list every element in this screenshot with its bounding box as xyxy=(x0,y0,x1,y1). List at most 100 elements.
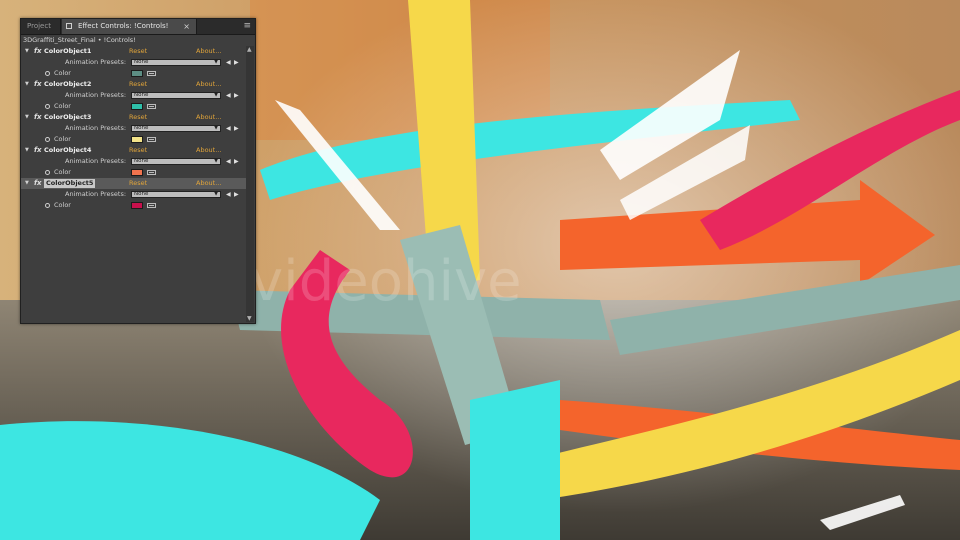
color-swatch[interactable] xyxy=(131,169,143,176)
presets-label: Animation Presets: xyxy=(65,190,127,198)
fx-icon[interactable]: fx xyxy=(34,145,42,156)
panel-tab-bar: Project Effect Controls: !Controls! × ≡ xyxy=(21,19,255,35)
animation-presets-row: Animation Presets: None ▼ ◀ ▶ xyxy=(21,90,246,101)
color-row: Color xyxy=(21,167,246,178)
presets-dropdown[interactable]: None ▼ xyxy=(131,158,221,165)
effect-colorobject1: ▼ fx ColorObject1 Reset About... Animati… xyxy=(21,46,246,79)
next-preset-icon[interactable]: ▶ xyxy=(234,90,239,101)
prev-preset-icon[interactable]: ◀ xyxy=(226,189,231,200)
about-link[interactable]: About... xyxy=(196,112,221,123)
color-row: Color xyxy=(21,200,246,211)
prev-preset-icon[interactable]: ◀ xyxy=(226,156,231,167)
watermark-text: videohive xyxy=(250,249,522,314)
color-swatch[interactable] xyxy=(131,70,143,77)
presets-dropdown[interactable]: None ▼ xyxy=(131,125,221,132)
tab-effect-controls[interactable]: Effect Controls: !Controls! × xyxy=(62,19,197,34)
preset-value: None xyxy=(134,158,149,164)
presets-dropdown[interactable]: None ▼ xyxy=(131,92,221,99)
preset-value: None xyxy=(134,125,149,131)
color-label: Color xyxy=(54,69,71,77)
presets-dropdown[interactable]: None ▼ xyxy=(131,59,221,66)
animation-presets-row: Animation Presets: None ▼ ◀ ▶ xyxy=(21,123,246,134)
effect-header[interactable]: ▼ fx ColorObject5 Reset About... xyxy=(21,178,246,189)
fx-icon[interactable]: fx xyxy=(34,178,42,189)
effect-colorobject2: ▼ fx ColorObject2 Reset About... Animati… xyxy=(21,79,246,112)
eyedropper-icon[interactable] xyxy=(147,137,156,142)
preset-value: None xyxy=(134,92,149,98)
animation-presets-row: Animation Presets: None ▼ ◀ ▶ xyxy=(21,57,246,68)
presets-label: Animation Presets: xyxy=(65,124,127,132)
twirl-down-icon[interactable]: ▼ xyxy=(25,79,29,90)
prev-preset-icon[interactable]: ◀ xyxy=(226,123,231,134)
about-link[interactable]: About... xyxy=(196,46,221,57)
presets-label: Animation Presets: xyxy=(65,157,127,165)
twirl-down-icon[interactable]: ▼ xyxy=(25,46,29,57)
stopwatch-icon[interactable] xyxy=(45,170,50,175)
close-icon[interactable]: × xyxy=(183,19,190,34)
prev-preset-icon[interactable]: ◀ xyxy=(226,57,231,68)
color-row: Color xyxy=(21,101,246,112)
eyedropper-icon[interactable] xyxy=(147,203,156,208)
eyedropper-icon[interactable] xyxy=(147,170,156,175)
tab-project-label: Project xyxy=(27,22,51,30)
next-preset-icon[interactable]: ▶ xyxy=(234,123,239,134)
color-label: Color xyxy=(54,102,71,110)
next-preset-icon[interactable]: ▶ xyxy=(234,57,239,68)
preset-value: None xyxy=(134,191,149,197)
effect-colorobject5: ▼ fx ColorObject5 Reset About... Animati… xyxy=(21,178,246,211)
next-preset-icon[interactable]: ▶ xyxy=(234,189,239,200)
stopwatch-icon[interactable] xyxy=(45,203,50,208)
stopwatch-icon[interactable] xyxy=(45,137,50,142)
reset-link[interactable]: Reset xyxy=(129,145,147,156)
effect-colorobject4: ▼ fx ColorObject4 Reset About... Animati… xyxy=(21,145,246,178)
color-swatch[interactable] xyxy=(131,136,143,143)
fx-icon[interactable]: fx xyxy=(34,79,42,90)
color-row: Color xyxy=(21,68,246,79)
breadcrumb: 3DGraffiti_Street_Final • !Controls! xyxy=(23,36,136,44)
lock-icon[interactable] xyxy=(66,23,72,29)
twirl-down-icon[interactable]: ▼ xyxy=(25,145,29,156)
animation-presets-row: Animation Presets: None ▼ ◀ ▶ xyxy=(21,156,246,167)
reset-link[interactable]: Reset xyxy=(129,178,147,189)
cyan-ribbon-lower xyxy=(470,380,560,540)
effect-header[interactable]: ▼ fx ColorObject2 Reset About... xyxy=(21,79,246,90)
twirl-down-icon[interactable]: ▼ xyxy=(25,112,29,123)
color-swatch[interactable] xyxy=(131,103,143,110)
reset-link[interactable]: Reset xyxy=(129,79,147,90)
about-link[interactable]: About... xyxy=(196,79,221,90)
effect-header[interactable]: ▼ fx ColorObject1 Reset About... xyxy=(21,46,246,57)
eyedropper-icon[interactable] xyxy=(147,104,156,109)
scroll-up-icon[interactable]: ▲ xyxy=(247,46,252,53)
reset-link[interactable]: Reset xyxy=(129,46,147,57)
color-swatch[interactable] xyxy=(131,202,143,209)
next-preset-icon[interactable]: ▶ xyxy=(234,156,239,167)
tab-effect-controls-label: Effect Controls: !Controls! xyxy=(78,22,169,30)
effect-header[interactable]: ▼ fx ColorObject3 Reset About... xyxy=(21,112,246,123)
chevron-down-icon: ▼ xyxy=(214,158,218,164)
stopwatch-icon[interactable] xyxy=(45,104,50,109)
effect-header[interactable]: ▼ fx ColorObject4 Reset About... xyxy=(21,145,246,156)
about-link[interactable]: About... xyxy=(196,178,221,189)
reset-link[interactable]: Reset xyxy=(129,112,147,123)
chevron-down-icon: ▼ xyxy=(214,59,218,65)
stopwatch-icon[interactable] xyxy=(45,71,50,76)
vertical-scrollbar[interactable]: ▲ ▼ xyxy=(246,46,254,322)
about-link[interactable]: About... xyxy=(196,145,221,156)
eyedropper-icon[interactable] xyxy=(147,71,156,76)
fx-icon[interactable]: fx xyxy=(34,46,42,57)
twirl-down-icon[interactable]: ▼ xyxy=(25,178,29,189)
effect-name: ColorObject5 xyxy=(44,179,96,188)
presets-label: Animation Presets: xyxy=(65,58,127,66)
chevron-down-icon: ▼ xyxy=(214,191,218,197)
tab-project[interactable]: Project xyxy=(21,19,61,34)
chevron-down-icon: ▼ xyxy=(214,92,218,98)
effect-colorobject3: ▼ fx ColorObject3 Reset About... Animati… xyxy=(21,112,246,145)
fx-icon[interactable]: fx xyxy=(34,112,42,123)
presets-dropdown[interactable]: None ▼ xyxy=(131,191,221,198)
panel-menu-icon[interactable]: ≡ xyxy=(243,19,251,34)
prev-preset-icon[interactable]: ◀ xyxy=(226,90,231,101)
effect-controls-panel: Project Effect Controls: !Controls! × ≡ … xyxy=(20,18,256,324)
scroll-down-icon[interactable]: ▼ xyxy=(247,315,252,322)
effect-name: ColorObject3 xyxy=(44,113,92,121)
effect-name: ColorObject4 xyxy=(44,146,92,154)
